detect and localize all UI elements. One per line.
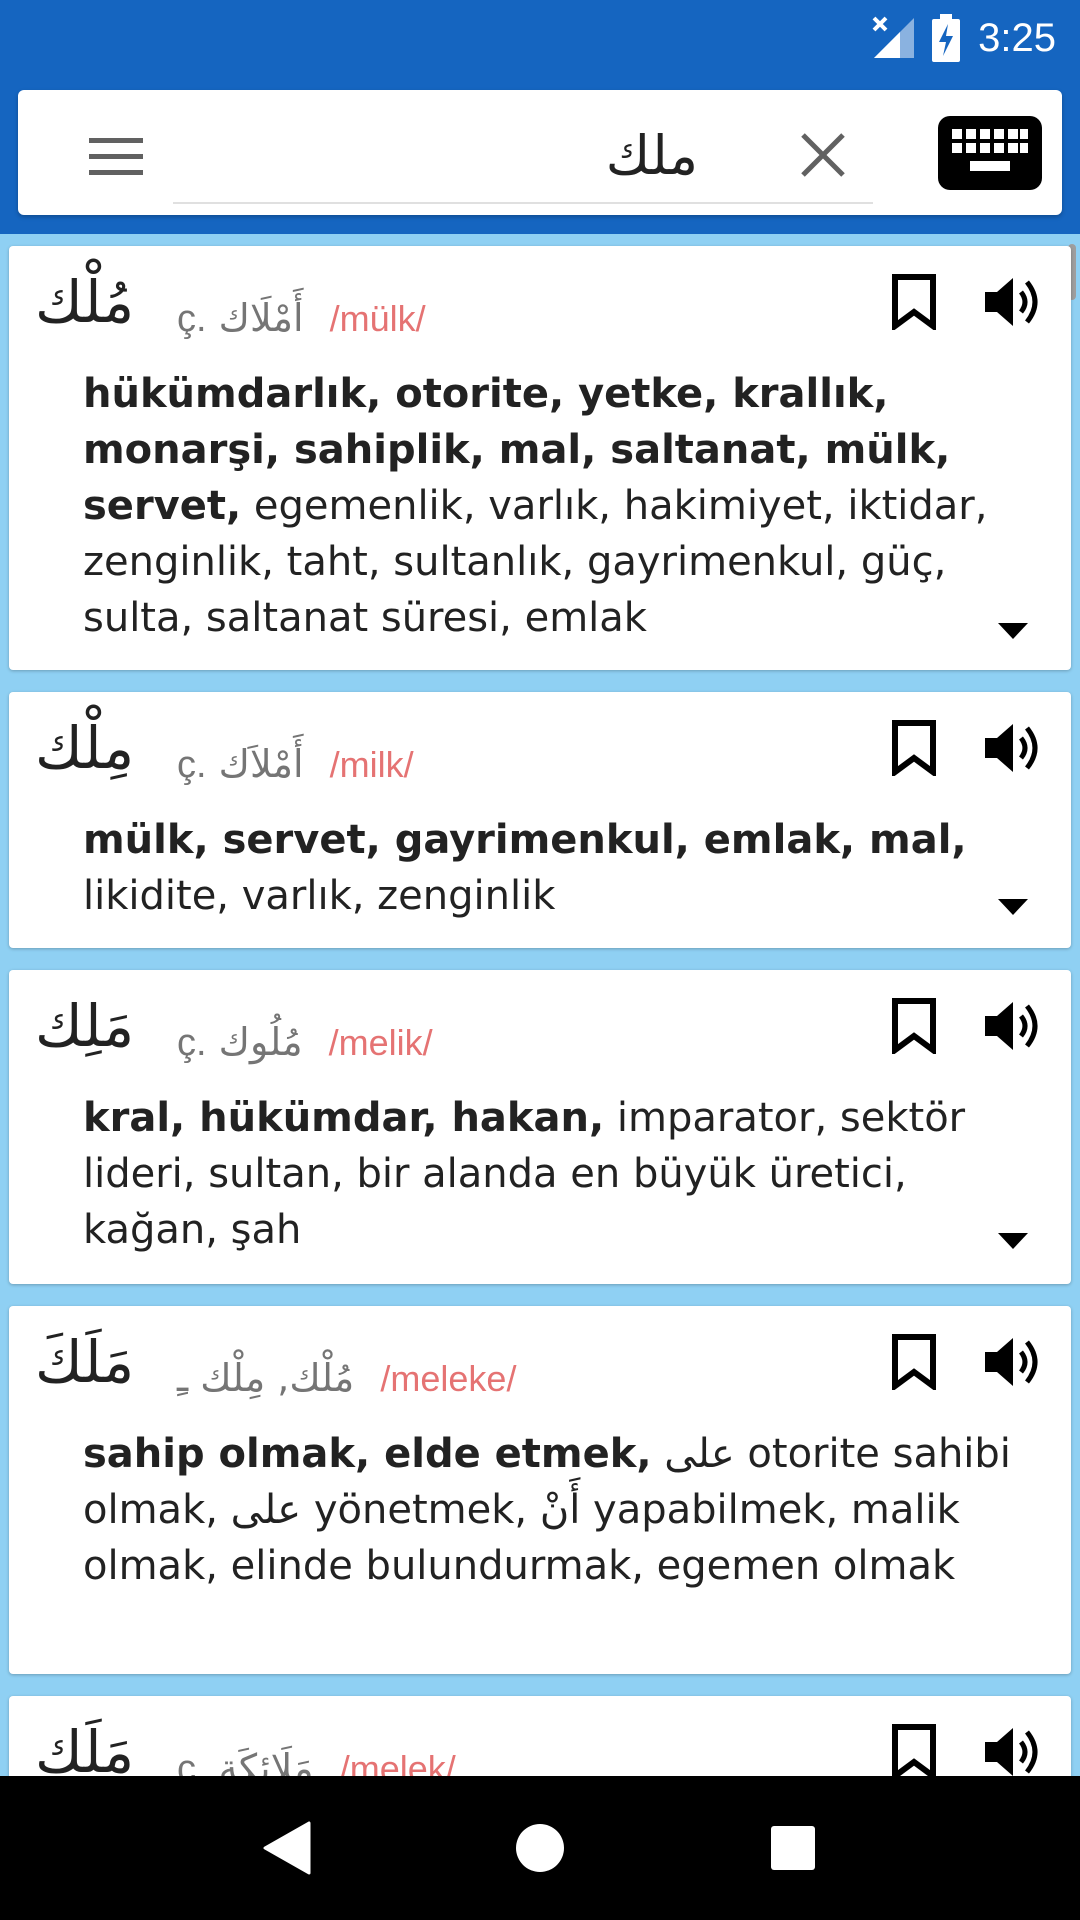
definitions: sahip olmak, elde etmek, على otorite sah… — [83, 1426, 1043, 1594]
plural-label: ç. — [177, 1748, 207, 1776]
search-input[interactable] — [173, 108, 873, 204]
pronounce-button[interactable] — [983, 720, 1053, 786]
caret-down-icon — [998, 899, 1028, 915]
bookmark-button[interactable] — [891, 1334, 951, 1400]
transliteration: /mülk/ — [329, 298, 426, 339]
back-button[interactable] — [242, 1803, 332, 1893]
bookmark-icon — [892, 274, 936, 332]
plural-label: ç. — [177, 298, 207, 340]
definitions: mülk, servet, gayrimenkul, emlak, mal, l… — [83, 812, 1043, 924]
keyboard-icon — [952, 129, 1028, 171]
status-time: 3:25 — [978, 15, 1056, 60]
definitions-primary: sahip olmak, elde etmek, — [83, 1431, 652, 1477]
plural-arabic: أَمْلاَك — [218, 742, 304, 786]
pronounce-button[interactable] — [983, 1724, 1053, 1776]
volume-icon — [985, 1338, 1038, 1386]
result-card[interactable]: مِلْك ç. أَمْلاَك /milk/ mülk, servet, g… — [9, 692, 1071, 948]
bookmark-icon — [892, 998, 936, 1056]
navigation-bar — [0, 1776, 1080, 1920]
headword: مِلْك — [35, 714, 135, 782]
bookmark-button[interactable] — [891, 1724, 951, 1776]
definitions-primary: kral, hükümdar, hakan, — [83, 1095, 605, 1141]
caret-down-icon — [998, 623, 1028, 639]
bookmark-icon — [892, 1334, 936, 1392]
definitions: kral, hükümdar, hakan, imparator, sektör… — [83, 1090, 1043, 1258]
headword: مُلْك — [35, 268, 135, 336]
close-icon — [801, 133, 845, 177]
definitions-arabic: على — [230, 1487, 302, 1533]
bookmark-button[interactable] — [891, 274, 951, 340]
results-list[interactable]: مُلْك ç. أَمْلَاك /mülk/ hükümdarlık, ot… — [0, 234, 1080, 1776]
volume-icon — [985, 1728, 1038, 1776]
status-bar: 3:25 — [0, 0, 1080, 76]
definitions-arabic: أَنْ — [539, 1487, 581, 1533]
recents-square-icon — [771, 1826, 816, 1870]
home-circle-icon — [515, 1824, 564, 1872]
result-card[interactable]: مَلَك ç. مَلَائِكَة /melek/ — [9, 1696, 1071, 1776]
headword: مَلَكَ — [35, 1328, 135, 1396]
no-signal-icon — [872, 16, 915, 58]
transliteration: /milk/ — [329, 744, 414, 785]
volume-icon — [985, 278, 1038, 326]
plural-label: ç. — [177, 744, 207, 786]
plural-label: ç. — [177, 1022, 207, 1064]
home-button[interactable] — [495, 1803, 585, 1893]
keyboard-button[interactable] — [938, 116, 1042, 190]
volume-icon — [985, 1002, 1038, 1050]
result-card[interactable]: مَلِك ç. مُلُوك /melik/ kral, hükümdar, … — [9, 970, 1071, 1284]
transliteration: /melik/ — [328, 1022, 433, 1063]
recents-button[interactable] — [748, 1803, 838, 1893]
battery-charging-icon — [932, 14, 961, 62]
menu-button[interactable] — [68, 124, 164, 190]
plural-form: ç. أَمْلاَك /milk/ — [177, 742, 414, 787]
plural-arabic: مُلُوك — [218, 1020, 303, 1064]
definitions-secondary: yönetmek, — [313, 1487, 528, 1533]
definitions-arabic: على — [664, 1431, 735, 1477]
search-bar — [18, 90, 1062, 215]
clear-search-button[interactable] — [788, 120, 858, 190]
plural-form: مُلْك, مِلْك ـِ /meleke/ — [177, 1356, 516, 1400]
pronounce-button[interactable] — [983, 274, 1053, 340]
bookmark-button[interactable] — [891, 998, 951, 1064]
transliteration: /melek/ — [339, 1748, 456, 1776]
plural-form: ç. مُلُوك /melik/ — [177, 1020, 433, 1065]
transliteration: /meleke/ — [380, 1358, 517, 1399]
pronounce-button[interactable] — [983, 998, 1053, 1064]
plural-form: ç. مَلَائِكَة /melek/ — [177, 1746, 456, 1776]
caret-down-icon — [998, 1233, 1028, 1249]
plural-arabic: أَمْلَاك — [218, 296, 304, 340]
bookmark-icon — [892, 720, 936, 778]
pronounce-button[interactable] — [983, 1334, 1053, 1400]
plural-arabic: مَلَائِكَة — [218, 1746, 314, 1776]
bookmark-button[interactable] — [891, 720, 951, 786]
expand-button[interactable] — [993, 1226, 1033, 1256]
status-icons: 3:25 — [870, 0, 1056, 76]
plural-arabic: مُلْك, مِلْك ـِ — [177, 1356, 355, 1400]
result-card[interactable]: مَلَكَ مُلْك, مِلْك ـِ /meleke/ sahip ol… — [9, 1306, 1071, 1674]
definitions-secondary: likidite, varlık, zenginlik — [83, 873, 556, 919]
plural-form: ç. أَمْلَاك /mülk/ — [177, 296, 426, 341]
headword: مَلِك — [35, 992, 135, 1060]
hamburger-menu-icon — [89, 138, 143, 175]
volume-icon — [985, 724, 1038, 772]
expand-button[interactable] — [993, 892, 1033, 922]
definitions: hükümdarlık, otorite, yetke, krallık, mo… — [83, 366, 1043, 646]
definitions-primary: mülk, servet, gayrimenkul, emlak, mal, — [83, 817, 967, 863]
bookmark-icon — [892, 1724, 936, 1776]
expand-button[interactable] — [993, 616, 1033, 646]
headword: مَلَك — [35, 1718, 135, 1776]
back-triangle-icon — [263, 1821, 311, 1875]
result-card[interactable]: مُلْك ç. أَمْلَاك /mülk/ hükümdarlık, ot… — [9, 246, 1071, 670]
